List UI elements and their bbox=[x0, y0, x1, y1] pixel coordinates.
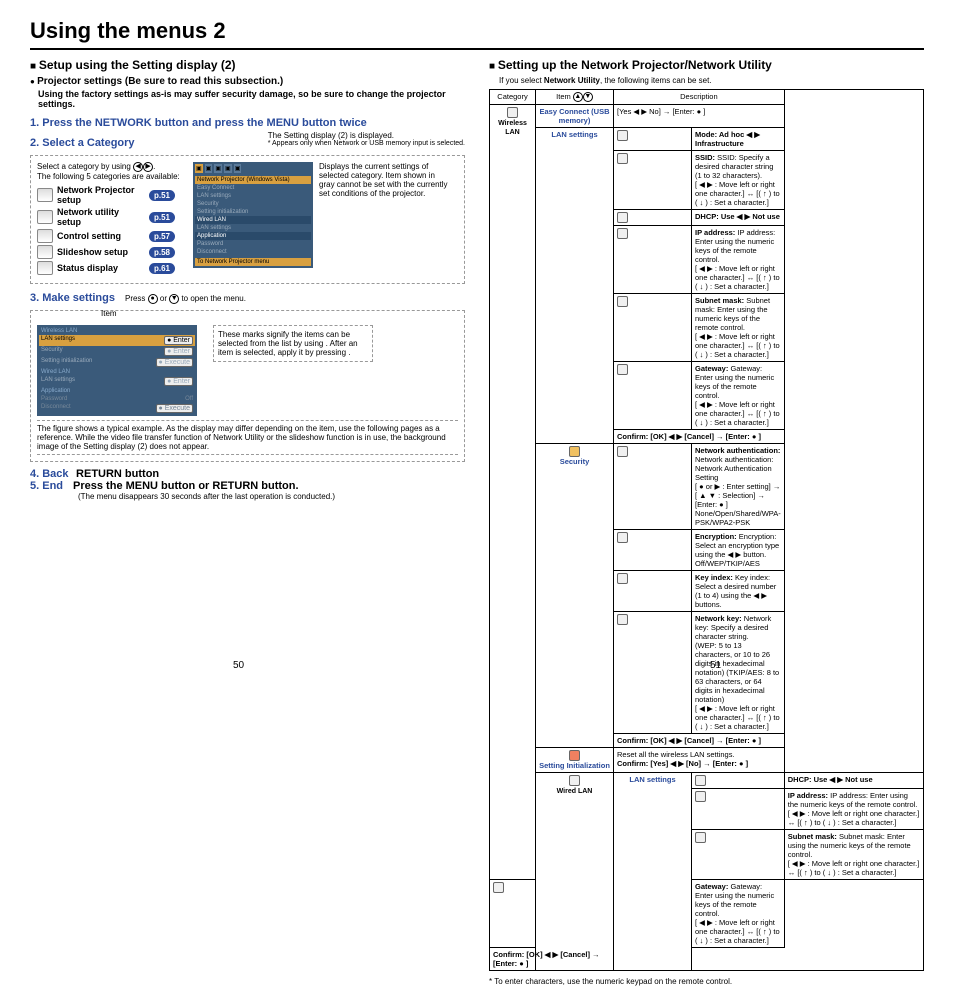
right-arrow-icon: ▶ bbox=[143, 162, 153, 172]
menu-simulation-1: ▣▣▣▣▣ Network Projector (Windows Vista) … bbox=[193, 162, 313, 268]
desc-confirm: Confirm: [OK] ◀ ▶ [Cancel] → [Enter: ● ] bbox=[614, 430, 785, 444]
desc-confirm2: Confirm: [OK] ◀ ▶ [Cancel] → [Enter: ● ] bbox=[614, 734, 785, 748]
th-item: Item ▲▼ bbox=[536, 90, 614, 105]
cat-wireless-lan: Wireless LAN bbox=[490, 105, 536, 880]
step-4: 4. Back bbox=[30, 468, 69, 480]
cat-control-setting: Control settingp.57 bbox=[37, 229, 187, 243]
step1-note2: * Appears only when Network or USB memor… bbox=[268, 140, 465, 147]
down-arrow-icon: ▼ bbox=[169, 294, 179, 304]
reset-icon bbox=[569, 750, 580, 761]
category-box: Select a category by using ◀▶. The follo… bbox=[30, 155, 465, 284]
subnet-icon bbox=[695, 832, 706, 843]
desc-easy: [Yes ◀ ▶ No] → [Enter: ● ] bbox=[614, 105, 785, 128]
gateway-icon bbox=[617, 364, 628, 375]
right-heading: Setting up the Network Projector/Network… bbox=[489, 58, 924, 72]
ssid-icon bbox=[617, 153, 628, 164]
step-2: 2. Select a Category bbox=[30, 137, 135, 149]
step-5: 5. End bbox=[30, 480, 63, 492]
cat-intro2: The following 5 categories are available… bbox=[37, 172, 187, 181]
cat-network-utility: Network utility setupp.51 bbox=[37, 207, 187, 227]
step-4-text: RETURN button bbox=[76, 468, 159, 480]
enter-icon: ● bbox=[148, 294, 158, 304]
page-ref[interactable]: p.51 bbox=[149, 212, 175, 223]
page-ref[interactable]: p.58 bbox=[149, 247, 175, 258]
page-ref[interactable]: p.57 bbox=[149, 231, 175, 242]
desc-mode: Mode: Ad hoc ◀ ▶ Infrastructure bbox=[692, 128, 785, 151]
step-3: 3. Make settings bbox=[30, 292, 115, 304]
subsection-note: Projector settings (Be sure to read this… bbox=[30, 76, 465, 87]
marks-note: These marks signify the items can be sel… bbox=[213, 325, 373, 362]
utility-icon bbox=[37, 210, 53, 224]
item-security: Security bbox=[536, 444, 614, 748]
dhcp-icon bbox=[617, 212, 628, 223]
item-lan-settings-wired: LAN settings bbox=[614, 773, 692, 971]
key-index-icon bbox=[617, 573, 628, 584]
left-heading: Setup using the Setting display (2) bbox=[30, 58, 465, 72]
enc-icon bbox=[617, 532, 628, 543]
wireless-icon bbox=[507, 107, 518, 118]
left-arrow-icon: ◀ bbox=[133, 162, 143, 172]
ip-icon bbox=[695, 791, 706, 802]
cat-wired-lan: Wired LAN bbox=[536, 773, 614, 971]
step1-note: The Setting display (2) is displayed. bbox=[268, 131, 465, 140]
subnet-icon bbox=[617, 296, 628, 307]
page-number-right: 51 bbox=[710, 660, 721, 671]
right-page: Setting up the Network Projector/Network… bbox=[489, 58, 924, 986]
page-ref[interactable]: p.61 bbox=[149, 263, 175, 274]
step-5-note: (The menu disappears 30 seconds after th… bbox=[30, 492, 465, 501]
ip-icon bbox=[617, 228, 628, 239]
cat-intro1: Select a category by using bbox=[37, 162, 131, 171]
item-lan-settings: LAN settings bbox=[536, 128, 614, 444]
network-settings-table: Category Item ▲▼ Description Wireless LA… bbox=[489, 89, 924, 971]
status-icon bbox=[37, 261, 53, 275]
left-page: Setup using the Setting display (2) Proj… bbox=[30, 58, 465, 986]
th-description: Description bbox=[614, 90, 785, 105]
page-ref[interactable]: p.51 bbox=[149, 190, 175, 201]
cat-status: Status displayp.61 bbox=[37, 261, 187, 275]
warning-text: Using the factory settings as-is may suf… bbox=[30, 89, 465, 109]
item-easy-connect: Easy Connect (USB memory) bbox=[536, 105, 614, 128]
step-1: 1. Press the NETWORK button and press th… bbox=[30, 117, 465, 129]
slideshow-icon bbox=[37, 245, 53, 259]
item-init: Setting Initialization bbox=[536, 748, 614, 773]
settings-box: Item Wireless LAN LAN settings● Enter Se… bbox=[30, 310, 465, 462]
figure-note: The figure shows a typical example. As t… bbox=[37, 420, 458, 455]
gateway-icon bbox=[493, 882, 504, 893]
mode-icon bbox=[617, 130, 628, 141]
cat-slideshow: Slideshow setupp.58 bbox=[37, 245, 187, 259]
item-label: Item bbox=[101, 309, 117, 318]
th-category: Category bbox=[490, 90, 536, 105]
wired-icon bbox=[569, 775, 580, 786]
projector-icon bbox=[37, 188, 53, 202]
page-number-left: 50 bbox=[233, 660, 244, 671]
menu-simulation-2: Wireless LAN LAN settings● Enter Securit… bbox=[37, 325, 197, 416]
page-title: Using the menus 2 bbox=[30, 18, 924, 50]
control-icon bbox=[37, 229, 53, 243]
cat-network-projector: Network Projector setupp.51 bbox=[37, 185, 187, 205]
dhcp-icon bbox=[695, 775, 706, 786]
category-description: Displays the current settings of selecte… bbox=[319, 162, 449, 198]
desc-dhcp: DHCP: Use ◀ ▶ Not use bbox=[692, 210, 785, 226]
footnote: * To enter characters, use the numeric k… bbox=[489, 977, 924, 986]
auth-icon bbox=[617, 446, 628, 457]
step-5-text: Press the MENU button or RETURN button. bbox=[73, 480, 299, 492]
security-icon bbox=[569, 446, 580, 457]
net-key-icon bbox=[617, 614, 628, 625]
